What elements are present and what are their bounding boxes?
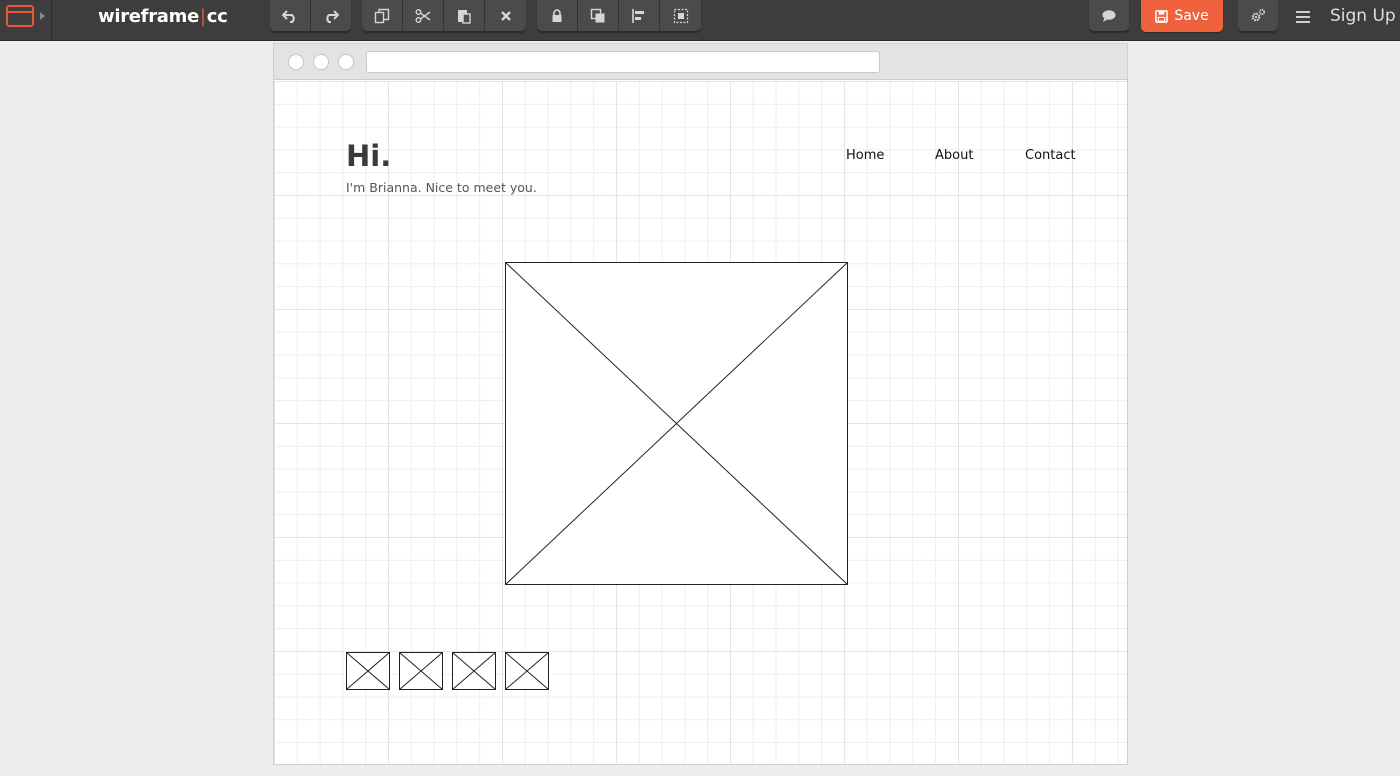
arrange-button-group	[537, 0, 701, 32]
browser-chrome	[274, 44, 1127, 80]
close-icon	[500, 11, 511, 21]
nav-link-home[interactable]: Home	[846, 148, 884, 163]
wireframe-canvas[interactable]: Hi. I'm Brianna. Nice to meet you. Home …	[274, 81, 1127, 764]
group-button[interactable]	[660, 0, 701, 32]
settings-button[interactable]	[1238, 0, 1278, 32]
image-placeholder-main[interactable]	[505, 262, 848, 585]
copy-icon	[374, 8, 390, 24]
comment-button[interactable]	[1089, 0, 1129, 32]
settings-button-group	[1238, 0, 1278, 32]
page-heading[interactable]: Hi.	[346, 139, 391, 173]
cut-button[interactable]	[403, 0, 444, 32]
browser-window-icon	[6, 5, 34, 27]
nav-link-contact[interactable]: Contact	[1025, 148, 1076, 163]
caret-right-icon	[40, 12, 45, 20]
image-placeholder-thumb[interactable]	[346, 652, 390, 690]
image-placeholder-thumb[interactable]	[452, 652, 496, 690]
brand-suffix: cc	[206, 6, 228, 27]
save-label: Save	[1174, 8, 1209, 24]
browser-frame-mockup: Hi. I'm Brianna. Nice to meet you. Home …	[273, 43, 1128, 765]
undo-icon	[281, 10, 295, 23]
save-button[interactable]: Save	[1141, 0, 1223, 32]
window-close-dot	[288, 54, 304, 70]
sign-up-link[interactable]: Sign Up	[1330, 6, 1396, 28]
redo-icon	[326, 10, 339, 23]
image-placeholder-thumb[interactable]	[399, 652, 443, 690]
paste-icon	[458, 10, 471, 24]
image-placeholder-thumb[interactable]	[505, 652, 549, 690]
url-bar[interactable]	[366, 51, 880, 73]
edit-button-group	[362, 0, 526, 32]
image-placeholder-cross-icon	[399, 652, 443, 690]
group-select-icon	[673, 8, 688, 24]
hamburger-menu-icon[interactable]	[1294, 9, 1312, 25]
comment-button-group	[1089, 0, 1129, 32]
speech-bubble-icon	[1102, 10, 1116, 22]
brand-separator: |	[200, 6, 206, 27]
page-subtitle[interactable]: I'm Brianna. Nice to meet you.	[346, 180, 537, 195]
history-button-group	[270, 0, 351, 32]
scissors-icon	[415, 9, 431, 23]
image-placeholder-cross-icon	[505, 262, 848, 585]
align-button[interactable]	[619, 0, 660, 32]
nav-link-about[interactable]: About	[935, 148, 973, 163]
image-placeholder-cross-icon	[452, 652, 496, 690]
window-minimize-dot	[313, 54, 329, 70]
window-maximize-dot	[338, 54, 354, 70]
gears-icon	[1251, 8, 1266, 22]
align-left-icon	[632, 9, 644, 23]
app-menu-button[interactable]	[0, 0, 52, 41]
undo-button[interactable]	[270, 0, 311, 32]
copy-button[interactable]	[362, 0, 403, 32]
brand-logo[interactable]: wireframe|cc	[98, 6, 228, 30]
bring-front-button[interactable]	[578, 0, 619, 32]
lock-button[interactable]	[537, 0, 578, 32]
paste-button[interactable]	[444, 0, 485, 32]
redo-button[interactable]	[311, 0, 352, 32]
image-placeholder-cross-icon	[346, 652, 390, 690]
lock-icon	[552, 9, 562, 22]
image-placeholder-cross-icon	[505, 652, 549, 690]
top-toolbar: wireframe|cc Save Sign Up	[0, 0, 1400, 41]
brand-name: wireframe	[98, 6, 200, 27]
layers-icon	[590, 8, 605, 23]
delete-button[interactable]	[485, 0, 526, 32]
floppy-disk-icon	[1155, 9, 1169, 23]
